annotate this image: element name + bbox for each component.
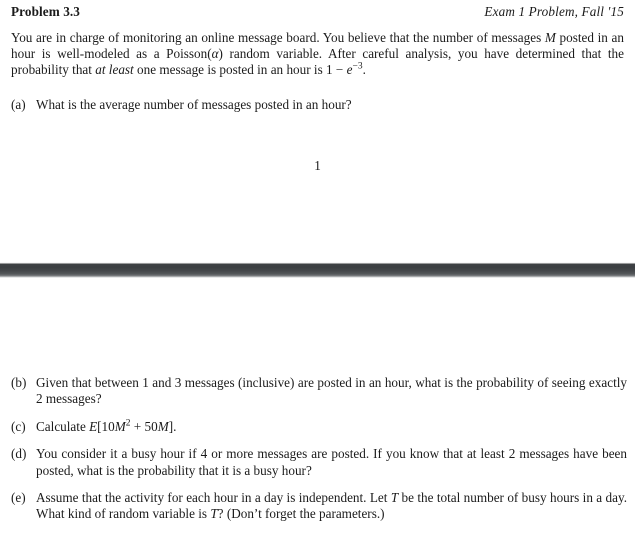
statement-segment-5: . (362, 61, 366, 77)
question-text-e: Assume that the activity for each hour i… (36, 490, 627, 521)
variable-alpha: α (211, 45, 219, 61)
variable-t-second: T (210, 506, 218, 522)
question-label-c: (c) (11, 418, 26, 434)
expectation-plus: + 50 (130, 418, 158, 434)
problem-statement-paragraph: You are in charge of monitoring an onlin… (11, 30, 624, 79)
question-label-e: (e) (11, 490, 26, 506)
question-text-d: You consider it a busy hour if 4 or more… (36, 446, 627, 478)
expectation-open: [10 (97, 418, 115, 434)
statement-segment-4: one message is posted in an hour is 1 − (133, 61, 347, 77)
question-c-prefix: Calculate (36, 418, 90, 434)
question-text-b: Given that between 1 and 3 messages (inc… (36, 375, 627, 407)
question-e-suffix: ? (Don’t forget the parameters.) (217, 506, 385, 522)
question-item-e: (e) Assume that the activity for each ho… (11, 490, 627, 523)
variable-m: M (544, 29, 556, 45)
statement-segment-1: You are in charge of monitoring an onlin… (11, 29, 545, 45)
question-item-a: (a) What is the average number of messag… (11, 97, 624, 113)
question-item-c: (c) Calculate E[10M2 + 50M]. (11, 419, 627, 435)
page-title: Problem 3.3 (11, 4, 80, 19)
exponent-minus-three: −3 (352, 61, 363, 72)
variable-m-linear: M (157, 418, 169, 434)
page-number: 1 (314, 157, 321, 173)
expectation-operator: E (89, 418, 98, 434)
question-e-prefix: Assume that the activity for each hour i… (36, 490, 391, 506)
question-item-d: (d) You consider it a busy hour if 4 or … (11, 446, 627, 479)
page-break-divider (0, 262, 635, 278)
question-text-c: Calculate E[10M2 + 50M]. (36, 419, 176, 434)
page-header: Problem 3.3 Exam 1 Problem, Fall '15 (11, 0, 624, 21)
emphasis-at-least: at least (95, 61, 134, 77)
question-list-page1: (a) What is the average number of messag… (11, 97, 624, 113)
variable-m-squared: M (114, 418, 126, 434)
question-item-b: (b) Given that between 1 and 3 messages … (11, 375, 627, 408)
question-text-a: What is the average number of messages p… (36, 97, 352, 113)
expectation-close: ]. (168, 418, 177, 434)
question-list-page2: (b) Given that between 1 and 3 messages … (11, 375, 627, 523)
question-label-a: (a) (11, 97, 26, 113)
question-label-b: (b) (11, 375, 27, 390)
document-page-top: Problem 3.3 Exam 1 Problem, Fall '15 You… (0, 0, 635, 174)
exam-source-label: Exam 1 Problem, Fall '15 (484, 4, 624, 19)
document-page-bottom: (b) Given that between 1 and 3 messages … (0, 375, 635, 523)
question-label-d: (d) (11, 446, 27, 462)
